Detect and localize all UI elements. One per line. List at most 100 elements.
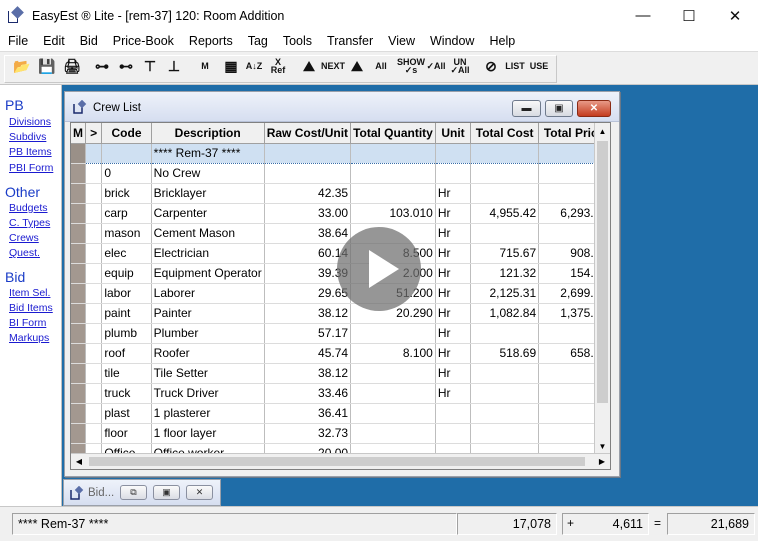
cell-raw-cost[interactable]: 42.35 bbox=[264, 183, 352, 204]
cell-unit[interactable]: Hr bbox=[435, 323, 472, 344]
check-all-icon[interactable]: ✓All bbox=[425, 55, 447, 77]
minimized-bid-window[interactable]: Bid... ⧉ ▣ ✕ bbox=[63, 479, 221, 506]
cell-description[interactable]: Bricklayer bbox=[151, 183, 265, 204]
row-marker[interactable] bbox=[71, 343, 86, 364]
cell-unit[interactable]: Hr bbox=[435, 343, 472, 364]
row-marker[interactable] bbox=[71, 243, 86, 264]
cell-description[interactable]: Plumber bbox=[151, 323, 265, 344]
side-head-other[interactable]: Other bbox=[5, 184, 40, 200]
print-icon[interactable]: 🖨 bbox=[61, 55, 83, 77]
scroll-down-icon[interactable]: ▼ bbox=[595, 438, 610, 454]
cell-total-cost[interactable]: 2,125.31 bbox=[470, 283, 540, 304]
cell-unit[interactable]: Hr bbox=[435, 203, 472, 224]
cell-total-cost[interactable]: 715.67 bbox=[470, 243, 540, 264]
crew-list-titlebar[interactable]: Crew List ▬ ▣ ✕ bbox=[65, 92, 619, 122]
side-link-budgets[interactable]: Budgets bbox=[9, 202, 48, 214]
cell-code[interactable]: elec bbox=[101, 243, 152, 264]
cell-raw-cost[interactable]: 29.65 bbox=[264, 283, 352, 304]
cell-total-quantity[interactable]: 8.100 bbox=[350, 343, 436, 364]
find-all-icon[interactable]: ⛰ bbox=[346, 55, 368, 77]
cell-raw-cost[interactable] bbox=[264, 163, 352, 184]
cell-code[interactable]: tile bbox=[101, 363, 152, 384]
cell-description[interactable]: **** Rem-37 **** bbox=[151, 142, 265, 164]
col-header-total-cost[interactable]: Total Cost bbox=[470, 123, 540, 144]
table-row[interactable]: truck Truck Driver 33.46 Hr bbox=[71, 383, 610, 404]
row-marker[interactable] bbox=[71, 303, 86, 324]
cell-total-cost[interactable] bbox=[470, 423, 540, 444]
cell-total-quantity[interactable] bbox=[350, 403, 436, 424]
open-icon[interactable]: 📂 bbox=[11, 55, 33, 77]
cell-unit[interactable] bbox=[435, 403, 472, 424]
close-child-button[interactable]: ✕ bbox=[186, 485, 213, 500]
cell-description[interactable]: 1 plasterer bbox=[151, 403, 265, 424]
play-button[interactable] bbox=[337, 227, 421, 311]
cell-code[interactable]: roof bbox=[101, 343, 152, 364]
cell-raw-cost[interactable]: 38.12 bbox=[264, 303, 352, 324]
cell-raw-cost[interactable]: 45.74 bbox=[264, 343, 352, 364]
cell-description[interactable]: Roofer bbox=[151, 343, 265, 364]
side-link-bi-form[interactable]: BI Form bbox=[9, 317, 46, 329]
menu-view[interactable]: View bbox=[380, 34, 422, 48]
cell-raw-cost[interactable]: 33.46 bbox=[264, 383, 352, 404]
cell-total-cost[interactable] bbox=[470, 142, 540, 164]
horizontal-scroll-thumb[interactable] bbox=[89, 457, 585, 466]
row-marker[interactable] bbox=[71, 143, 86, 164]
selected-row[interactable]: **** Rem-37 **** bbox=[71, 142, 610, 164]
side-link-quest[interactable]: Quest. bbox=[9, 247, 40, 259]
menu-help[interactable]: Help bbox=[481, 34, 522, 48]
calculator-icon[interactable]: ▦ bbox=[220, 55, 242, 77]
maximize-child-button[interactable]: ▣ bbox=[153, 485, 180, 500]
table-row[interactable]: carp Carpenter 33.00 103.010 Hr 4,955.42… bbox=[71, 203, 610, 224]
cell-total-cost[interactable] bbox=[470, 183, 540, 204]
cell-description[interactable]: Carpenter bbox=[151, 203, 265, 224]
row-marker[interactable] bbox=[71, 423, 86, 444]
table-row[interactable]: plast 1 plasterer 36.41 bbox=[71, 403, 610, 424]
cell-code[interactable]: plumb bbox=[101, 323, 152, 344]
cell-raw-cost[interactable]: 38.12 bbox=[264, 363, 352, 384]
table-row[interactable]: paint Painter 38.12 20.290 Hr 1,082.84 1… bbox=[71, 303, 610, 324]
row-marker[interactable] bbox=[71, 263, 86, 284]
col-header-unit[interactable]: Unit bbox=[435, 123, 472, 144]
col-header-description[interactable]: Description bbox=[151, 123, 265, 144]
cell-total-cost[interactable] bbox=[470, 383, 540, 404]
cell-code[interactable]: truck bbox=[101, 383, 152, 404]
side-link-c-types[interactable]: C. Types bbox=[9, 217, 50, 229]
cell-total-quantity[interactable] bbox=[350, 323, 436, 344]
cell-total-cost[interactable] bbox=[470, 403, 540, 424]
cell-description[interactable]: Painter bbox=[151, 303, 265, 324]
crew-minimize-button[interactable]: ▬ bbox=[512, 100, 541, 117]
side-link-pbi-form[interactable]: PBI Form bbox=[9, 162, 53, 174]
list-icon[interactable]: LIST bbox=[504, 55, 526, 77]
cell-total-quantity[interactable] bbox=[350, 383, 436, 404]
cell-total-cost[interactable]: 518.69 bbox=[470, 343, 540, 364]
row-marker[interactable] bbox=[71, 283, 86, 304]
minimize-button[interactable]: — bbox=[620, 0, 666, 31]
find-icon[interactable]: ⛰ bbox=[298, 55, 320, 77]
table-row[interactable]: mason Cement Mason 38.64 Hr bbox=[71, 223, 610, 244]
restore-button[interactable]: ⧉ bbox=[120, 485, 147, 500]
row-marker[interactable] bbox=[71, 223, 86, 244]
xref-icon[interactable]: X Ref bbox=[267, 55, 289, 77]
cell-description[interactable]: Cement Mason bbox=[151, 223, 265, 244]
table-row[interactable]: plumb Plumber 57.17 Hr bbox=[71, 323, 610, 344]
menu-file[interactable]: File bbox=[0, 34, 35, 48]
col-header-m[interactable]: M bbox=[71, 123, 86, 144]
cell-description[interactable]: Truck Driver bbox=[151, 383, 265, 404]
cell-total-quantity[interactable]: 103.010 bbox=[350, 203, 436, 224]
cell-unit[interactable]: Hr bbox=[435, 283, 472, 304]
cell-unit[interactable]: Hr bbox=[435, 223, 472, 244]
cell-raw-cost[interactable]: 32.73 bbox=[264, 423, 352, 444]
tree-up-icon[interactable]: ⊤ bbox=[139, 55, 161, 77]
cell-code[interactable] bbox=[101, 142, 152, 164]
row-marker[interactable] bbox=[71, 383, 86, 404]
tree-right-icon[interactable]: ⊷ bbox=[115, 55, 137, 77]
col-header-arrow[interactable]: > bbox=[85, 123, 103, 144]
cell-unit[interactable] bbox=[435, 142, 472, 164]
cell-unit[interactable]: Hr bbox=[435, 243, 472, 264]
find-next-icon[interactable]: NEXT bbox=[321, 55, 345, 77]
cell-unit[interactable]: Hr bbox=[435, 363, 472, 384]
cell-unit[interactable]: Hr bbox=[435, 263, 472, 284]
menu-bid[interactable]: Bid bbox=[72, 34, 105, 48]
table-row[interactable]: 0 No Crew bbox=[71, 163, 610, 184]
show-all-icon[interactable]: SHOW ✓s bbox=[397, 55, 425, 77]
